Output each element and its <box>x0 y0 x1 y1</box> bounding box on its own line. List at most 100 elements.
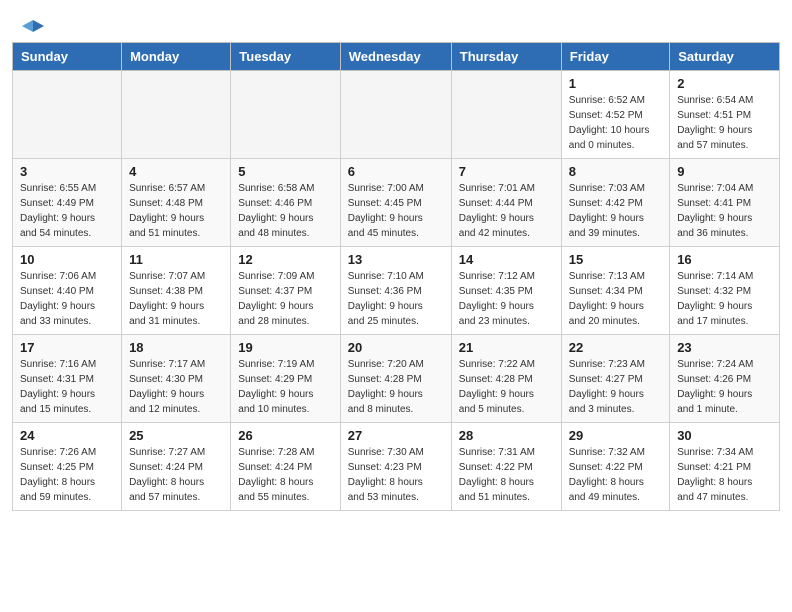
day-info-text: Sunset: 4:29 PM <box>238 372 332 387</box>
calendar-cell: 27Sunrise: 7:30 AMSunset: 4:23 PMDayligh… <box>340 423 451 511</box>
day-info-text: Daylight: 9 hours <box>348 211 444 226</box>
day-info-text: Daylight: 8 hours <box>238 475 332 490</box>
calendar-cell: 29Sunrise: 7:32 AMSunset: 4:22 PMDayligh… <box>561 423 669 511</box>
day-info-text: Sunset: 4:26 PM <box>677 372 772 387</box>
calendar-cell: 4Sunrise: 6:57 AMSunset: 4:48 PMDaylight… <box>122 159 231 247</box>
day-info-text: Sunrise: 6:52 AM <box>569 93 662 108</box>
calendar-cell: 3Sunrise: 6:55 AMSunset: 4:49 PMDaylight… <box>13 159 122 247</box>
calendar-cell: 25Sunrise: 7:27 AMSunset: 4:24 PMDayligh… <box>122 423 231 511</box>
day-info-text: Daylight: 8 hours <box>459 475 554 490</box>
weekday-header-tuesday: Tuesday <box>231 43 340 71</box>
day-info-text: and 25 minutes. <box>348 314 444 329</box>
day-info-text: Sunset: 4:22 PM <box>569 460 662 475</box>
day-info-text: Daylight: 9 hours <box>569 387 662 402</box>
day-info-text: Sunrise: 7:22 AM <box>459 357 554 372</box>
day-info-text: and 55 minutes. <box>238 490 332 505</box>
day-info-text: and 54 minutes. <box>20 226 114 241</box>
day-number: 19 <box>238 340 332 355</box>
day-info-text: and 17 minutes. <box>677 314 772 329</box>
day-info-text: Sunset: 4:34 PM <box>569 284 662 299</box>
calendar-cell <box>122 71 231 159</box>
day-info-text: Sunset: 4:23 PM <box>348 460 444 475</box>
day-info-text: and 39 minutes. <box>569 226 662 241</box>
weekday-header-friday: Friday <box>561 43 669 71</box>
day-info-text: Daylight: 9 hours <box>238 387 332 402</box>
day-info-text: and 10 minutes. <box>238 402 332 417</box>
day-number: 5 <box>238 164 332 179</box>
day-info-text: Daylight: 9 hours <box>569 299 662 314</box>
day-info-text: and 0 minutes. <box>569 138 662 153</box>
weekday-header-monday: Monday <box>122 43 231 71</box>
day-info-text: and 51 minutes. <box>459 490 554 505</box>
day-info-text: Sunrise: 7:03 AM <box>569 181 662 196</box>
calendar-cell: 24Sunrise: 7:26 AMSunset: 4:25 PMDayligh… <box>13 423 122 511</box>
day-info-text: and 20 minutes. <box>569 314 662 329</box>
day-info-text: and 23 minutes. <box>459 314 554 329</box>
day-number: 16 <box>677 252 772 267</box>
day-info-text: Daylight: 9 hours <box>238 299 332 314</box>
day-number: 21 <box>459 340 554 355</box>
day-number: 23 <box>677 340 772 355</box>
day-number: 20 <box>348 340 444 355</box>
day-info-text: Sunrise: 6:58 AM <box>238 181 332 196</box>
day-info-text: Sunrise: 7:20 AM <box>348 357 444 372</box>
day-info-text: Daylight: 9 hours <box>129 211 223 226</box>
calendar-cell: 14Sunrise: 7:12 AMSunset: 4:35 PMDayligh… <box>451 247 561 335</box>
day-info-text: Sunset: 4:21 PM <box>677 460 772 475</box>
day-info-text: Daylight: 9 hours <box>20 211 114 226</box>
day-info-text: Daylight: 9 hours <box>129 387 223 402</box>
day-info-text: Sunset: 4:52 PM <box>569 108 662 123</box>
day-info-text: and 36 minutes. <box>677 226 772 241</box>
day-info-text: Sunrise: 7:07 AM <box>129 269 223 284</box>
calendar-cell: 18Sunrise: 7:17 AMSunset: 4:30 PMDayligh… <box>122 335 231 423</box>
day-info-text: Sunrise: 7:13 AM <box>569 269 662 284</box>
day-info-text: Sunrise: 7:14 AM <box>677 269 772 284</box>
day-info-text: Daylight: 9 hours <box>348 387 444 402</box>
calendar-cell: 23 Sunrise: 7:24 AMSunset: 4:26 PMDayligh… <box>670 335 780 423</box>
calendar-cell: 9Sunrise: 7:04 AMSunset: 4:41 PMDaylight… <box>670 159 780 247</box>
day-info-text: Daylight: 9 hours <box>129 299 223 314</box>
day-info-text: Daylight: 8 hours <box>569 475 662 490</box>
day-number: 3 <box>20 164 114 179</box>
weekday-header-saturday: Saturday <box>670 43 780 71</box>
day-number: 27 <box>348 428 444 443</box>
day-info-text: Sunset: 4:40 PM <box>20 284 114 299</box>
day-info-text: Sunrise: 7:24 AM <box>677 357 772 372</box>
calendar-cell: 8Sunrise: 7:03 AMSunset: 4:42 PMDaylight… <box>561 159 669 247</box>
day-number: 26 <box>238 428 332 443</box>
day-info-text: and 49 minutes. <box>569 490 662 505</box>
day-info-text: Daylight: 8 hours <box>129 475 223 490</box>
day-number: 6 <box>348 164 444 179</box>
calendar-week-row: 3Sunrise: 6:55 AMSunset: 4:49 PMDaylight… <box>13 159 780 247</box>
logo <box>20 18 44 32</box>
day-info-text: and 57 minutes. <box>677 138 772 153</box>
day-info-text: Sunrise: 7:16 AM <box>20 357 114 372</box>
day-info-text: Sunset: 4:30 PM <box>129 372 223 387</box>
day-info-text: Sunrise: 7:04 AM <box>677 181 772 196</box>
day-info-text: Daylight: 9 hours <box>459 211 554 226</box>
page: SundayMondayTuesdayWednesdayThursdayFrid… <box>0 0 792 523</box>
day-info-text: and 57 minutes. <box>129 490 223 505</box>
calendar-wrapper: SundayMondayTuesdayWednesdayThursdayFrid… <box>0 42 792 523</box>
day-info-text: Daylight: 9 hours <box>459 387 554 402</box>
calendar-header-row: SundayMondayTuesdayWednesdayThursdayFrid… <box>13 43 780 71</box>
calendar-cell: 11Sunrise: 7:07 AMSunset: 4:38 PMDayligh… <box>122 247 231 335</box>
day-info-text: Sunset: 4:24 PM <box>129 460 223 475</box>
calendar-cell: 21Sunrise: 7:22 AMSunset: 4:28 PMDayligh… <box>451 335 561 423</box>
day-info-text: Sunrise: 7:06 AM <box>20 269 114 284</box>
calendar-cell: 15Sunrise: 7:13 AMSunset: 4:34 PMDayligh… <box>561 247 669 335</box>
weekday-header-wednesday: Wednesday <box>340 43 451 71</box>
day-info-text: and 51 minutes. <box>129 226 223 241</box>
day-number: 25 <box>129 428 223 443</box>
calendar-cell: 30Sunrise: 7:34 AMSunset: 4:21 PMDayligh… <box>670 423 780 511</box>
day-number: 1 <box>569 76 662 91</box>
day-number: 17 <box>20 340 114 355</box>
day-info-text: Daylight: 8 hours <box>677 475 772 490</box>
day-info-text: Sunrise: 7:10 AM <box>348 269 444 284</box>
day-info-text: Sunrise: 7:30 AM <box>348 445 444 460</box>
day-number: 9 <box>677 164 772 179</box>
day-number: 30 <box>677 428 772 443</box>
day-info-text: Daylight: 9 hours <box>677 387 772 402</box>
day-info-text: Sunset: 4:24 PM <box>238 460 332 475</box>
day-info-text: and 45 minutes. <box>348 226 444 241</box>
